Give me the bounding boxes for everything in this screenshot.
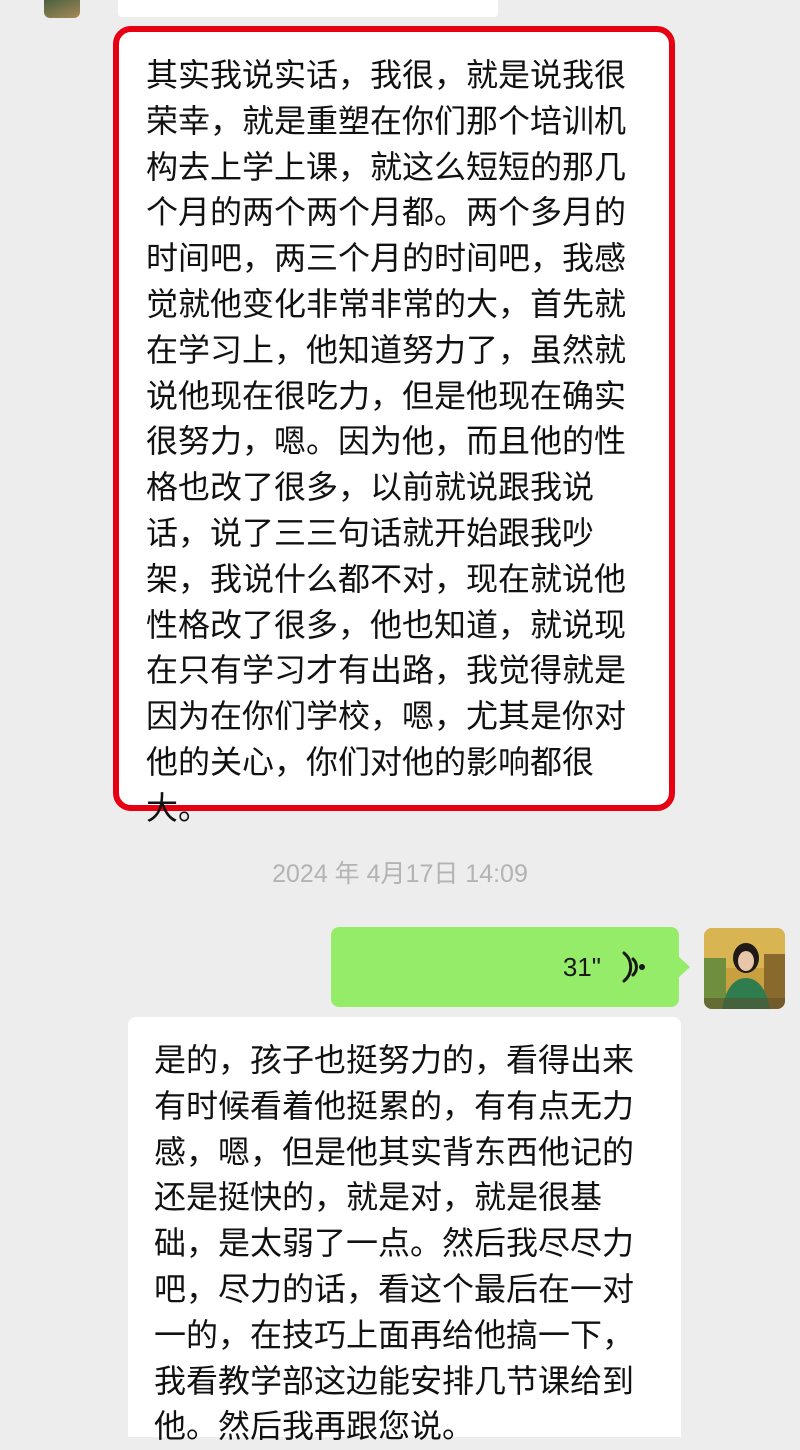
- highlighted-message-bubble[interactable]: 其实我说实话，我很，就是说我很 荣幸，就是重塑在你们那个培训机 构去上学上课，就这么…: [113, 26, 675, 827]
- message-line: 还是挺快的，就是对，就是很基: [154, 1178, 603, 1217]
- message-line: 说他现在很吃力，但是他现在确实: [146, 376, 627, 415]
- message-line: 在学习上，他知道努力了，虽然就: [146, 330, 627, 369]
- message-line: 大。: [146, 788, 211, 827]
- message-line: 时间吧，两三个月的时间吧，我感: [146, 239, 627, 278]
- message-line: 一的，在技巧上面再给他搞一下，: [154, 1315, 635, 1354]
- message-line: 他的关心，你们对他的影响都很: [146, 742, 595, 781]
- message-line: 荣幸，就是重塑在你们那个培训机: [146, 101, 627, 140]
- message-line: 吧，尽力的话，看这个最后在一对: [154, 1269, 635, 1308]
- message-line: 其实我说实话，我很，就是说我很: [146, 56, 627, 94]
- message-timestamp: 2024 年 4月17日 14:09: [272, 860, 528, 888]
- message-line: 在只有学习才有出路，我觉得就是: [146, 651, 627, 690]
- message-line: 个月的两个两个月都。两个多月的: [146, 193, 627, 232]
- contact-avatar[interactable]: [44, 0, 80, 18]
- previous-message-bubble[interactable]: [118, 0, 498, 17]
- message-line: 是的，孩子也挺努力的，看得出来: [154, 1041, 635, 1079]
- message-line: 架，我说什么都不对，现在就说他: [146, 559, 627, 598]
- message-line: 有时候看着他挺累的，有有点无力: [154, 1086, 635, 1125]
- reply-message-bubble[interactable]: 是的，孩子也挺努力的，看得出来 有时候看着他挺累的，有有点无力 感，嗯，但是他其实背…: [128, 1017, 681, 1445]
- message-line: 感，嗯，但是他其实背东西他记的: [154, 1132, 635, 1171]
- user-avatar[interactable]: [704, 928, 785, 1009]
- voice-message-bubble[interactable]: 31": [331, 927, 690, 1007]
- message-line: 构去上学上课，就这么短短的那几: [146, 147, 627, 186]
- user-avatar-image: [704, 928, 785, 1009]
- message-line: 因为在你们学校，嗯，尤其是你对: [146, 697, 627, 736]
- message-line: 觉就他变化非常非常的大，首先就: [146, 284, 627, 323]
- message-line: 很努力，嗯。因为他，而且他的性: [146, 422, 627, 461]
- message-line: 话，说了三三句话就开始跟我吵: [146, 513, 595, 552]
- message-line: 础，是太弱了一点。然后我尽尽力: [154, 1224, 635, 1263]
- message-line: 他。然后我再跟您说。: [154, 1407, 475, 1446]
- message-line: 性格改了很多，他也知道，就说现: [146, 605, 627, 644]
- voice-wave-icon: [622, 951, 645, 983]
- voice-duration: 31": [562, 952, 601, 982]
- message-line: 我看教学部这边能安排几节课给到: [154, 1361, 635, 1400]
- message-line: 格也改了很多，以前就说跟我说: [146, 468, 595, 507]
